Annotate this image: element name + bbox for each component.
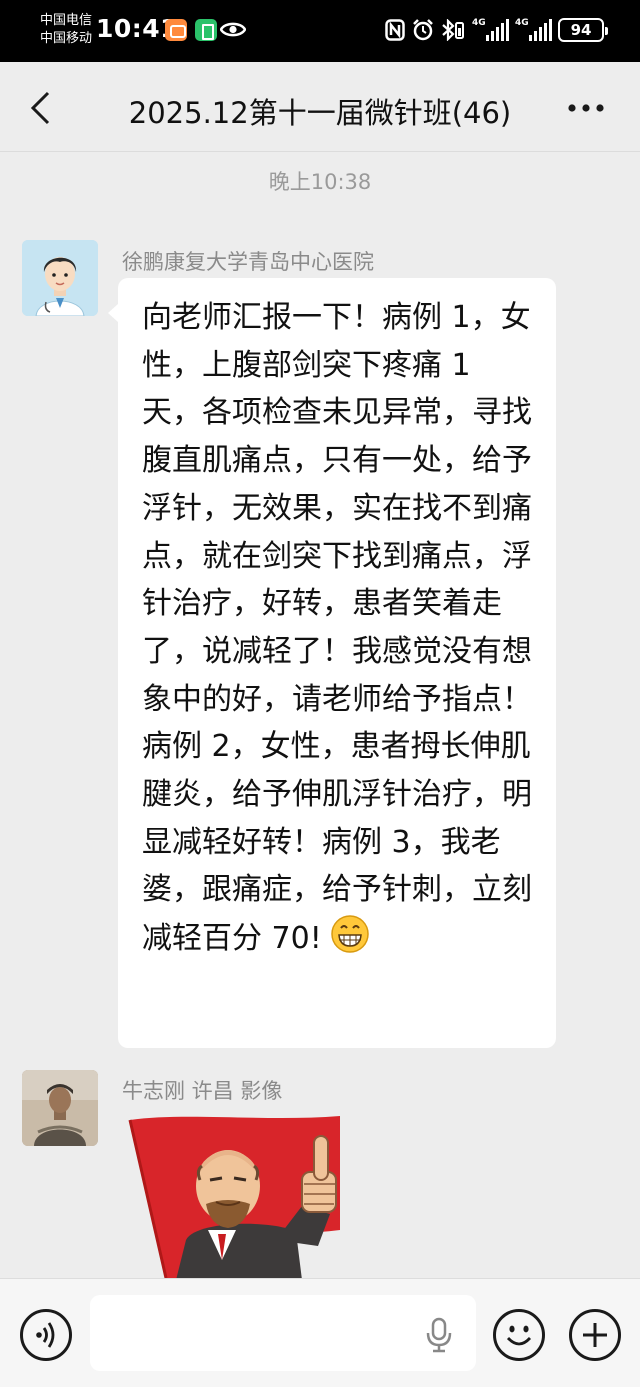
nfc-icon bbox=[385, 19, 405, 41]
avatar[interactable] bbox=[22, 1070, 98, 1146]
voice-mode-button[interactable] bbox=[20, 1309, 72, 1361]
carrier-2: 中国移动 bbox=[40, 31, 93, 46]
more-dots-icon[interactable] bbox=[566, 102, 606, 114]
sender-name: 徐鹏康复大学青岛中心医院 bbox=[122, 250, 374, 274]
thumbs-up-red-flag-sticker[interactable] bbox=[126, 1110, 358, 1280]
chat-title: 2025.12第十一届微针班(46) bbox=[128, 96, 512, 130]
sender-name: 牛志刚 许昌 影像 bbox=[122, 1079, 283, 1103]
carrier-1: 中国电信 bbox=[40, 13, 93, 28]
plus-button[interactable] bbox=[569, 1309, 621, 1361]
message-text: 向老师汇报一下！病例 1，女性，上腹部剑突下疼痛 1 天，各项检查未见异常，寻找… bbox=[142, 300, 532, 957]
person-photo-icon bbox=[22, 1070, 98, 1146]
doctor-avatar-icon bbox=[22, 240, 98, 316]
signal-2-icon: 4G bbox=[515, 18, 552, 42]
input-bar bbox=[0, 1278, 640, 1387]
alarm-icon bbox=[413, 19, 433, 41]
message-bubble[interactable]: 向老师汇报一下！病例 1，女性，上腹部剑突下疼痛 1 天，各项检查未见异常，寻找… bbox=[108, 278, 556, 1048]
chat-header: 2025.12第十一届微针班(46) bbox=[0, 62, 640, 152]
message-input[interactable] bbox=[90, 1295, 476, 1371]
carrier-info: 中国电信 中国移动 bbox=[40, 12, 92, 48]
avatar[interactable] bbox=[22, 240, 98, 316]
status-bar: 中国电信 中国移动 10:41 4G 4G 94 bbox=[0, 0, 640, 62]
message-timestamp: 晚上10:38 bbox=[268, 170, 372, 194]
app-timer-icon bbox=[195, 19, 217, 41]
eye-icon bbox=[220, 22, 246, 37]
emoji-icon bbox=[506, 1325, 532, 1346]
plus-icon bbox=[583, 1323, 607, 1347]
emoji-button[interactable] bbox=[493, 1309, 545, 1361]
grinning-face-emoji bbox=[331, 915, 369, 953]
microphone-icon[interactable] bbox=[426, 1317, 452, 1353]
bluetooth-icon bbox=[442, 19, 464, 41]
signal-1-icon: 4G bbox=[472, 18, 509, 42]
app-notification-icon bbox=[165, 19, 187, 41]
battery-icon: 94 bbox=[558, 18, 608, 42]
voice-mode-icon bbox=[36, 1322, 55, 1348]
